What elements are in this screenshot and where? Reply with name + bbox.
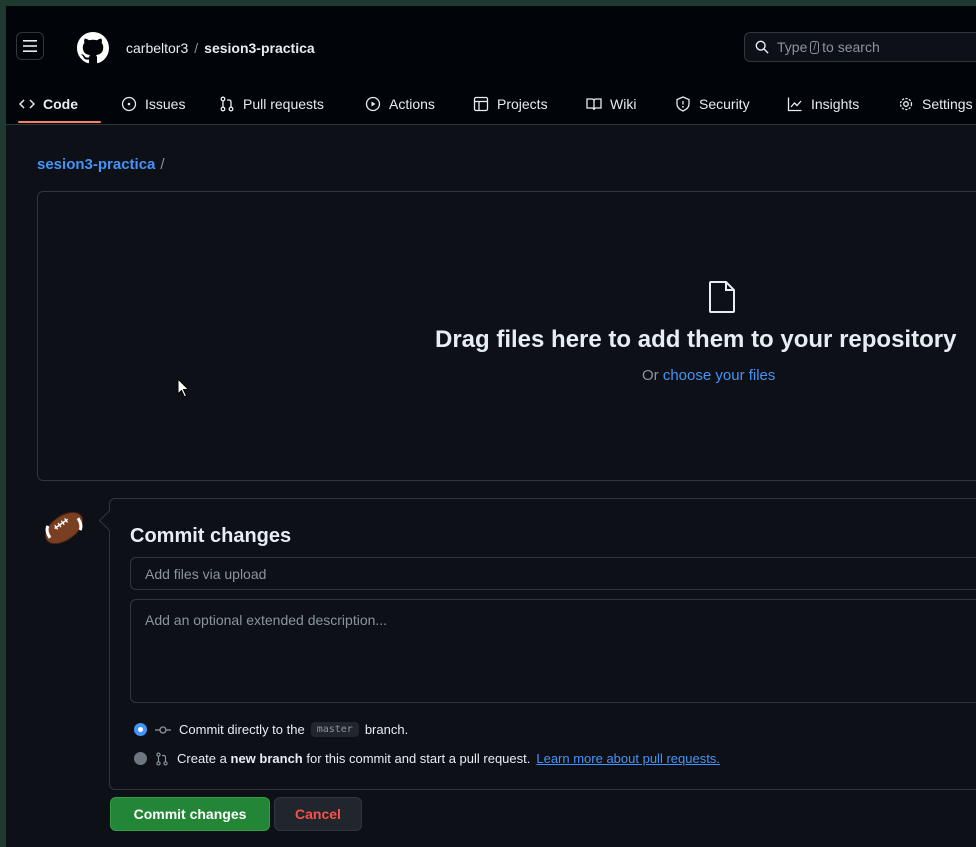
pull-request-icon: [220, 96, 234, 112]
commit-title: Commit changes: [130, 525, 292, 547]
learn-more-pull-requests-link[interactable]: Learn more about pull requests.: [536, 751, 720, 766]
dropzone-sub-prefix: Or: [642, 367, 659, 384]
dropzone-subtitle: Or choose your files: [642, 367, 775, 384]
file-dropzone[interactable]: Drag files here to add them to your repo…: [37, 191, 976, 481]
tab-label: Insights: [811, 96, 860, 112]
tab-label: Issues: [145, 96, 186, 112]
tab-label: Actions: [389, 96, 435, 112]
repo-link[interactable]: sesion3-practica: [204, 40, 315, 56]
commit-summary-input[interactable]: [130, 557, 976, 590]
tab-security[interactable]: Security: [675, 84, 750, 124]
commit-description-input[interactable]: [130, 599, 976, 703]
choose-files-link[interactable]: choose your files: [663, 367, 776, 384]
option-commit-direct[interactable]: Commit directly to the master branch.: [134, 722, 408, 737]
menu-button[interactable]: [16, 32, 44, 60]
tab-label: Settings: [922, 96, 973, 112]
breadcrumb-separator: /: [160, 156, 165, 173]
tab-pull-requests[interactable]: Pull requests: [219, 84, 324, 124]
search-prefix: Type: [777, 39, 808, 55]
search-shortcut-key: /: [810, 40, 820, 54]
gear-icon: [899, 97, 913, 111]
search-box[interactable]: Type / to search: [744, 32, 976, 62]
shield-icon: [676, 96, 690, 112]
radio-new-branch[interactable]: [134, 752, 147, 765]
active-tab-indicator: [18, 121, 101, 123]
tab-label: Wiki: [610, 96, 637, 112]
tab-wiki[interactable]: Wiki: [586, 84, 636, 124]
radio-commit-direct[interactable]: [134, 723, 147, 736]
github-logo-icon[interactable]: [77, 32, 109, 64]
tab-insights[interactable]: Insights: [787, 84, 859, 124]
github-upload-page: carbeltor3 / sesion3-practica Type / to se…: [6, 6, 976, 847]
form-caret: [98, 509, 121, 532]
search-suffix: to search: [822, 39, 880, 55]
repo-breadcrumb: carbeltor3 / sesion3-practica: [126, 40, 315, 56]
tab-label: Code: [43, 96, 78, 112]
git-commit-icon: [155, 725, 171, 734]
tab-code[interactable]: Code: [19, 84, 78, 124]
tab-projects[interactable]: Projects: [473, 84, 548, 124]
pull-request-icon: [156, 751, 168, 766]
hamburger-icon: [23, 40, 37, 52]
issue-icon: [121, 96, 137, 112]
repo-nav-tabs: Code Issues Pull requests Actions Projec…: [6, 84, 976, 124]
app-header: carbeltor3 / sesion3-practica Type / to se…: [6, 6, 976, 125]
book-icon: [586, 98, 602, 111]
file-icon: [709, 281, 735, 313]
cancel-button[interactable]: Cancel: [274, 797, 362, 831]
play-icon: [365, 96, 381, 112]
tab-issues[interactable]: Issues: [121, 84, 185, 124]
new-branch-prefix: Create a: [177, 751, 227, 766]
direct-prefix: Commit directly to the: [179, 722, 305, 737]
commit-changes-button[interactable]: Commit changes: [110, 797, 270, 831]
tab-label: Pull requests: [243, 96, 324, 112]
mouse-cursor-icon: [177, 378, 190, 398]
tab-actions[interactable]: Actions: [365, 84, 435, 124]
option-new-branch[interactable]: Create a new branch for this commit and …: [134, 751, 720, 766]
tab-label: Projects: [497, 96, 548, 112]
new-branch-bold: new branch: [230, 751, 303, 766]
page-breadcrumb: sesion3-practica /: [37, 156, 165, 173]
new-branch-suffix: for this commit and start a pull request…: [306, 751, 531, 766]
breadcrumb-repo-link[interactable]: sesion3-practica: [37, 156, 155, 173]
user-avatar[interactable]: [40, 504, 88, 552]
owner-link[interactable]: carbeltor3: [126, 40, 188, 56]
code-icon: [19, 99, 35, 109]
dropzone-title: Drag files here to add them to your repo…: [435, 326, 957, 353]
direct-suffix: branch.: [364, 722, 409, 737]
breadcrumb-separator: /: [194, 40, 199, 56]
search-icon: [755, 40, 769, 54]
graph-icon: [787, 97, 802, 112]
branch-name: master: [310, 722, 359, 737]
table-icon: [473, 96, 489, 112]
tab-label: Security: [699, 96, 750, 112]
commit-changes-form: Commit changes Commit directly to the ma…: [98, 498, 976, 790]
tab-settings[interactable]: Settings: [898, 84, 973, 124]
